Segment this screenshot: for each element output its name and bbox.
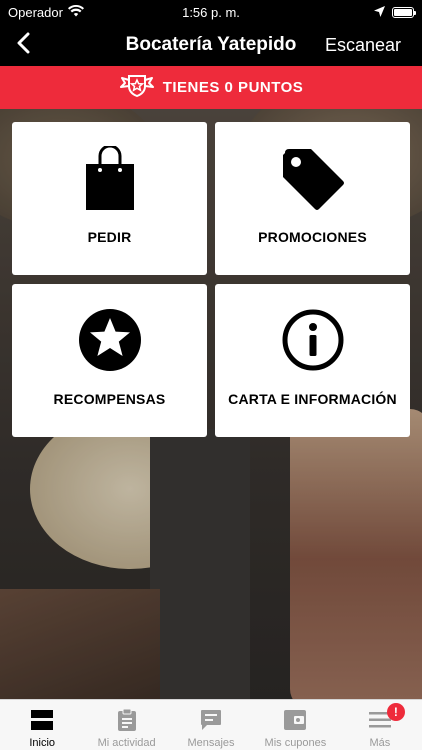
message-icon — [200, 709, 222, 731]
tile-carta-informacion[interactable]: CARTA E INFORMACIÓN — [215, 284, 410, 437]
tile-label: PEDIR — [87, 229, 132, 245]
shopping-bag-icon — [12, 146, 207, 212]
tab-mensajes[interactable]: Mensajes — [169, 700, 253, 750]
scan-button[interactable]: Escanear — [325, 24, 401, 66]
status-left: Operador — [8, 4, 84, 20]
wifi-icon — [67, 4, 84, 20]
tab-label: Mensajes — [187, 737, 235, 749]
nav-bar: Bocatería Yatepido Escanear — [0, 24, 422, 66]
notification-badge: ! — [386, 703, 405, 721]
star-circle-icon — [12, 308, 207, 372]
tile-pedir[interactable]: PEDIR — [12, 122, 207, 275]
points-text: TIENES 0 PUNTOS — [162, 79, 304, 96]
tab-mis-cupones[interactable]: Mis cupones — [253, 700, 337, 750]
tag-icon — [215, 146, 410, 212]
home-tiles-icon — [31, 709, 54, 731]
tile-label: PROMOCIONES — [258, 229, 367, 245]
tab-mas[interactable]: ! Más — [338, 700, 422, 750]
tab-label: Inicio — [29, 737, 56, 749]
tab-bar: Inicio Mi actividad Mensajes Mis cupones… — [0, 699, 422, 750]
status-bar: Operador 1:56 p. m. — [0, 0, 422, 24]
info-circle-icon — [215, 308, 410, 372]
wallet-icon — [284, 709, 307, 731]
location-arrow-icon — [374, 5, 385, 20]
badge-star-icon — [119, 72, 155, 103]
tile-promociones[interactable]: PROMOCIONES — [215, 122, 410, 275]
battery-icon — [392, 6, 416, 18]
carrier-name: Operador — [8, 4, 63, 20]
tab-mi-actividad[interactable]: Mi actividad — [84, 700, 168, 750]
battery-level — [394, 8, 412, 16]
tab-label: Mi actividad — [97, 737, 156, 749]
back-button[interactable] — [8, 29, 38, 61]
points-banner[interactable]: TIENES 0 PUNTOS — [0, 66, 422, 109]
tile-recompensas[interactable]: RECOMPENSAS — [12, 284, 207, 437]
tab-inicio[interactable]: Inicio — [0, 700, 84, 750]
clipboard-icon — [117, 709, 136, 731]
chevron-left-icon — [16, 32, 30, 59]
tile-label: CARTA E INFORMACIÓN — [228, 391, 397, 407]
tab-label: Mis cupones — [264, 737, 327, 749]
tab-label: Más — [369, 737, 391, 749]
tile-label: RECOMPENSAS — [53, 391, 166, 407]
status-right — [374, 5, 416, 20]
